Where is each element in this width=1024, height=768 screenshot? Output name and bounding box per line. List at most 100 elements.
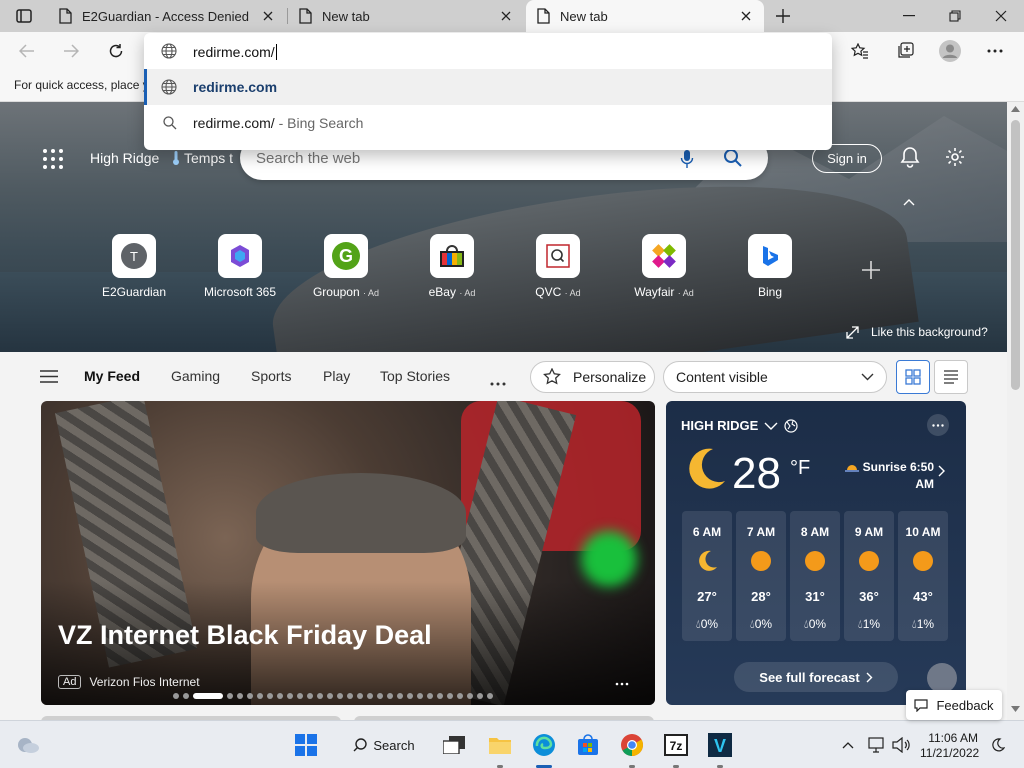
weather-more-button[interactable] — [927, 414, 949, 436]
search-icon[interactable] — [724, 149, 742, 167]
close-icon[interactable] — [258, 6, 278, 26]
moon-icon — [699, 550, 717, 571]
personalize-button[interactable]: Personalize — [530, 361, 655, 393]
add-quick-link-button[interactable] — [862, 258, 880, 286]
close-icon — [995, 10, 1007, 22]
temperature-unit[interactable]: °F — [790, 457, 810, 480]
featured-card-title[interactable]: VZ Internet Black Friday Deal — [58, 620, 432, 651]
task-view-button[interactable] — [438, 729, 470, 761]
hourly-forecast-item[interactable]: 9 AM 36° 💧︎1% — [844, 511, 894, 641]
page-scrollbar[interactable] — [1007, 102, 1024, 720]
quick-link-e2guardian[interactable]: T E2Guardian — [81, 234, 187, 299]
task-view-icon — [443, 736, 465, 754]
quick-link-groupon[interactable]: G Groupon · Ad — [293, 234, 399, 299]
feed-tab-play[interactable]: Play — [323, 368, 350, 384]
7zip-button[interactable]: 7z — [660, 729, 692, 761]
close-icon[interactable] — [736, 6, 756, 26]
volume-button[interactable] — [890, 729, 912, 761]
tab-new-tab-active[interactable]: New tab — [526, 0, 764, 32]
hourly-forecast: 6 AM 27° 💧︎0% 7 AM 28° 💧︎0% 8 AM 31° 💧︎0… — [682, 511, 948, 641]
feedback-button[interactable]: Feedback — [906, 690, 1002, 720]
hourly-forecast-item[interactable]: 6 AM 27° 💧︎0% — [682, 511, 732, 641]
tab-actions-button[interactable] — [6, 4, 42, 28]
grid-view-button[interactable] — [896, 360, 930, 394]
tab-e2guardian[interactable]: E2Guardian - Access Denied — [48, 0, 286, 32]
quick-link-wayfair[interactable]: Wayfair · Ad — [611, 234, 717, 299]
quick-link-microsoft365[interactable]: Microsoft 365 — [187, 234, 293, 299]
weather-card-location[interactable]: HIGH RIDGE — [681, 418, 798, 433]
chrome-icon — [621, 734, 643, 756]
close-window-button[interactable] — [978, 0, 1024, 32]
quick-link-bing[interactable]: Bing — [717, 234, 823, 299]
current-temperature: 28 — [732, 449, 781, 498]
feed-more-button[interactable] — [490, 374, 506, 389]
store-button[interactable] — [572, 729, 604, 761]
quick-link-qvc[interactable]: QVC · Ad — [505, 234, 611, 299]
edge-button[interactable] — [528, 729, 560, 761]
minimize-button[interactable] — [886, 0, 932, 32]
scroll-thumb[interactable] — [1011, 120, 1020, 390]
tab-new-tab-1[interactable]: New tab — [288, 0, 524, 32]
feed-tab-top-stories[interactable]: Top Stories — [380, 368, 450, 384]
plus-icon — [862, 261, 880, 279]
feed-menu-button[interactable] — [40, 370, 58, 386]
list-view-button[interactable] — [934, 360, 968, 394]
taskbar: Search 7z V 11:06 AM 11/21/2022 — [0, 720, 1024, 768]
microphone-icon[interactable] — [680, 149, 694, 169]
search-placeholder: Search the web — [256, 150, 361, 167]
settings-menu-button[interactable] — [980, 37, 1010, 65]
feed-tab-gaming[interactable]: Gaming — [171, 368, 220, 384]
sunrise-info[interactable]: Sunrise 6:50 AM — [844, 459, 934, 493]
hourly-forecast-item[interactable]: 7 AM 28° 💧︎0% — [736, 511, 786, 641]
system-clock[interactable]: 11:06 AM 11/21/2022 — [920, 731, 979, 761]
feed-tab-sports[interactable]: Sports — [251, 368, 291, 384]
restore-button[interactable] — [932, 0, 978, 32]
address-bar-value: redirme.com/ — [193, 44, 277, 60]
vim-button[interactable]: V — [704, 729, 736, 761]
apps-launcher-button[interactable] — [40, 146, 64, 170]
thermometer-icon — [173, 151, 179, 165]
featured-ad-card[interactable]: VZ Internet Black Friday Deal Ad Verizon… — [41, 401, 655, 705]
hourly-forecast-item[interactable]: 10 AM 43° 💧︎1% — [898, 511, 948, 641]
address-bar-input[interactable]: redirme.com/ — [144, 33, 832, 69]
weather-card[interactable]: HIGH RIDGE 28 °F Sunrise 6:50 AM 6 AM 27… — [666, 401, 966, 705]
back-button[interactable] — [12, 37, 42, 65]
file-explorer-button[interactable] — [484, 729, 516, 761]
suggestion-url[interactable]: redirme.com — [144, 69, 832, 105]
scroll-down-arrow-icon[interactable] — [1011, 706, 1020, 712]
page-settings-button[interactable] — [943, 145, 967, 169]
content-visibility-select[interactable]: Content visible — [663, 361, 887, 393]
address-bar-dropdown: redirme.com/ redirme.com redirme.com/ - … — [144, 33, 832, 150]
show-hidden-icons-button[interactable] — [838, 729, 858, 761]
favorites-button[interactable] — [845, 37, 875, 65]
see-full-forecast-button[interactable]: See full forecast — [734, 662, 898, 692]
notifications-button[interactable] — [898, 145, 922, 169]
new-tab-button[interactable] — [770, 4, 796, 28]
collapse-button[interactable] — [900, 195, 918, 209]
suggestion-search[interactable]: redirme.com/ - Bing Search — [144, 105, 832, 141]
hourly-forecast-item[interactable]: 8 AM 31° 💧︎0% — [790, 511, 840, 641]
weather-location[interactable]: High Ridge — [90, 150, 159, 166]
profile-button[interactable] — [935, 37, 965, 65]
svg-text:T: T — [130, 249, 138, 264]
forward-button[interactable] — [56, 37, 86, 65]
chevron-down-icon — [764, 422, 778, 430]
close-icon[interactable] — [496, 6, 516, 26]
feed-tab-my-feed[interactable]: My Feed — [84, 368, 140, 384]
refresh-button[interactable] — [101, 37, 131, 65]
like-background-link[interactable]: Like this background? — [846, 325, 988, 339]
chrome-button[interactable] — [616, 729, 648, 761]
start-button[interactable] — [290, 729, 322, 761]
featured-card-source: Ad Verizon Fios Internet — [58, 675, 200, 689]
chevron-right-icon[interactable] — [938, 465, 946, 477]
scroll-up-arrow-icon[interactable] — [1011, 106, 1020, 112]
network-button[interactable] — [866, 729, 888, 761]
taskbar-search-button[interactable]: Search — [340, 729, 428, 761]
widgets-button[interactable] — [12, 729, 44, 761]
vim-icon: V — [708, 733, 732, 757]
card-more-button[interactable] — [615, 673, 629, 689]
carousel-indicator[interactable] — [173, 693, 493, 699]
quick-link-ebay[interactable]: eBay · Ad — [399, 234, 505, 299]
notification-center-button[interactable] — [988, 729, 1008, 761]
collections-button[interactable] — [890, 37, 920, 65]
